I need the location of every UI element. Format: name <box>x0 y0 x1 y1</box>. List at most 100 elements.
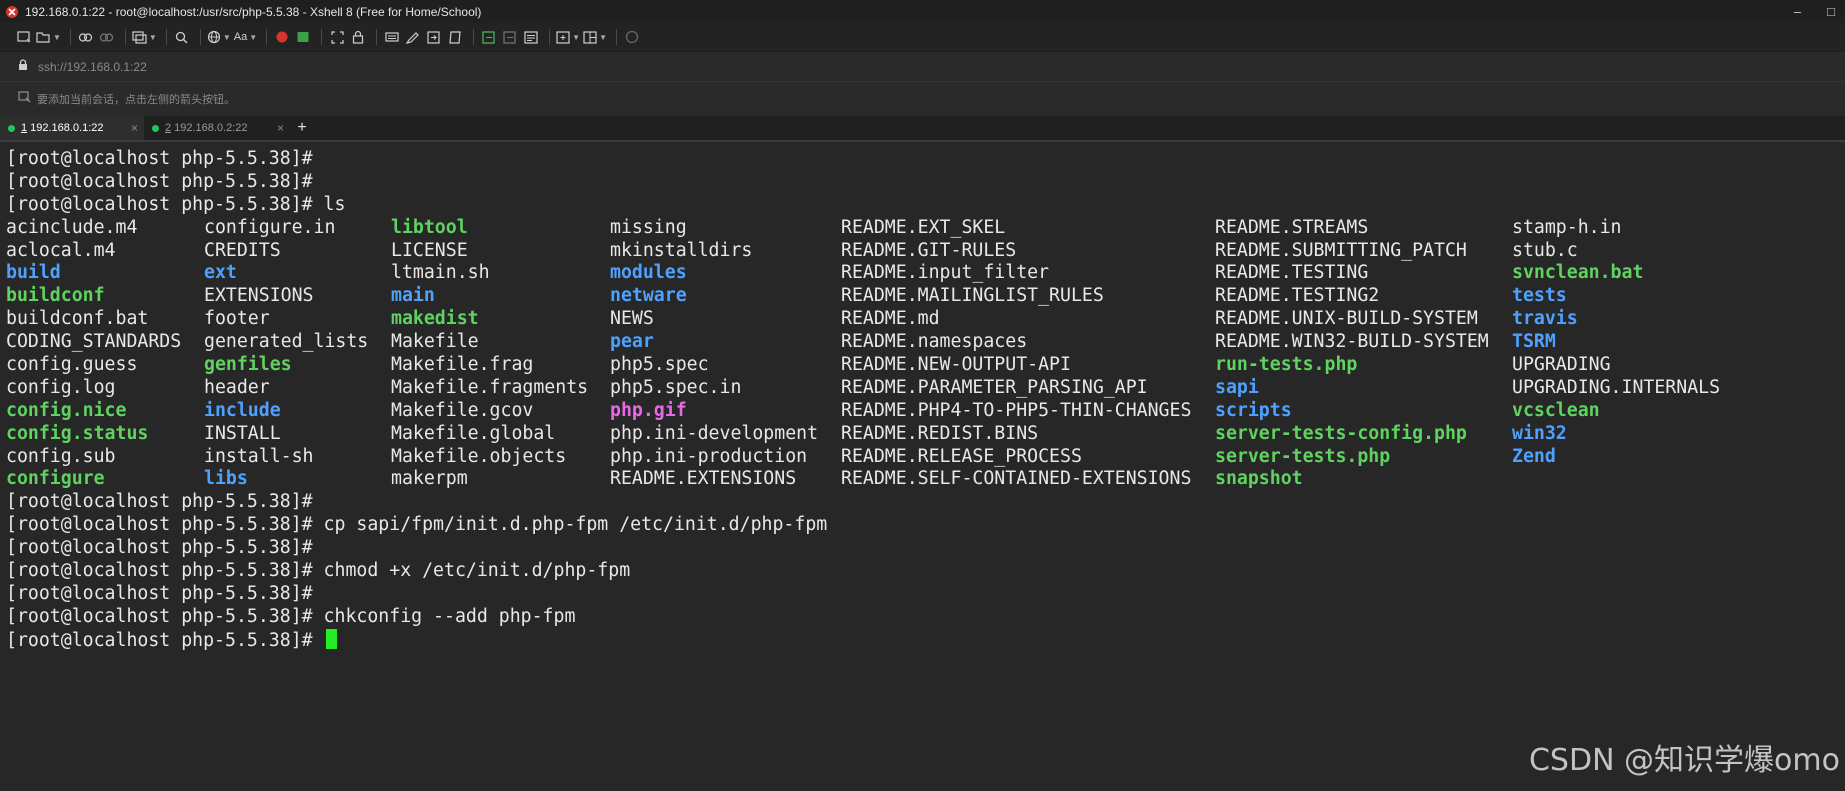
ls-entry: netware <box>610 285 687 307</box>
terminal-line: [root@localhost php-5.5.38]# chmod +x /e… <box>6 560 631 582</box>
tab-label: 192.168.0.1:22 <box>30 122 104 134</box>
new-session-icon[interactable] <box>15 27 33 47</box>
ls-entry: INSTALL <box>204 422 281 444</box>
terminal-area[interactable]: [root@localhost php-5.5.38]# [root@localh… <box>0 142 1845 791</box>
ls-entry: README.md <box>841 308 940 330</box>
toolbar-divider <box>376 29 378 45</box>
ls-entry: README.MAILINGLIST_RULES <box>841 285 1104 307</box>
ls-entry: modules <box>610 262 687 284</box>
chevron-down-icon: ▼ <box>148 32 157 42</box>
tab-session-1[interactable]: 1 192.168.0.1:22 × <box>0 116 144 140</box>
ls-entry: stub.c <box>1512 239 1578 261</box>
ls-entry: TSRM <box>1512 331 1556 353</box>
terminal-line: [root@localhost php-5.5.38]# <box>6 491 313 513</box>
copy-icon[interactable]: ▼ <box>132 27 157 47</box>
lock-icon <box>18 58 28 76</box>
ls-entry: missing <box>610 216 687 238</box>
ls-entry: tests <box>1512 285 1567 307</box>
transfer-green-icon[interactable] <box>480 27 498 47</box>
ls-entry: README.SUBMITTING_PATCH <box>1215 239 1467 261</box>
minimize-icon[interactable]: – <box>1794 4 1801 19</box>
ls-entry: README.RELEASE_PROCESS <box>841 445 1082 467</box>
ls-entry: README.EXTENSIONS <box>610 468 797 490</box>
search-icon[interactable] <box>173 27 191 47</box>
help-icon[interactable] <box>623 27 641 47</box>
ls-entry: install-sh <box>204 445 314 467</box>
ls-entry <box>1512 468 1712 491</box>
ls-entry: README.TESTING2 <box>1215 285 1380 307</box>
reconnect-icon[interactable] <box>77 27 95 47</box>
new-tab-icon[interactable]: ▼ <box>556 27 580 47</box>
send-icon[interactable] <box>425 27 443 47</box>
script-icon[interactable] <box>446 27 464 47</box>
ls-entry: ltmain.sh <box>391 262 490 284</box>
xftp-green-icon[interactable] <box>294 27 312 47</box>
terminal-output-before: [root@localhost php-5.5.38]# [root@localh… <box>6 148 1845 217</box>
ls-entry: ext <box>204 262 237 284</box>
compose-icon[interactable] <box>404 27 422 47</box>
chevron-down-icon: ▼ <box>53 32 61 42</box>
address-bar[interactable]: ssh://192.168.0.1:22 <box>0 51 1845 81</box>
ls-entry: Makefile.global <box>391 422 556 444</box>
terminal-line: [root@localhost php-5.5.38]# <box>6 170 313 192</box>
font-icon[interactable]: Aa ▼ <box>234 27 257 47</box>
ls-entry: buildconf.bat <box>6 308 149 330</box>
window-title: 192.168.0.1:22 - root@localhost:/usr/src… <box>25 4 482 19</box>
globe-icon[interactable]: ▼ <box>207 27 231 47</box>
transfer-gray-icon[interactable] <box>501 27 519 47</box>
tab-number: 2 <box>165 122 172 134</box>
keyboard-icon[interactable] <box>383 27 401 47</box>
ls-entry: README.EXT_SKEL <box>841 216 1006 238</box>
ls-entry: config.nice <box>6 399 127 421</box>
info-bar: 要添加当前会话，点击左侧的箭头按钮。 <box>0 81 1845 116</box>
ls-entry: config.sub <box>6 445 116 467</box>
ls-entry: genfiles <box>204 354 292 376</box>
xshell-red-icon[interactable] <box>273 27 291 47</box>
maximize-icon[interactable]: □ <box>1827 4 1835 19</box>
ls-entry: README.UNIX-BUILD-SYSTEM <box>1215 308 1478 330</box>
open-folder-icon[interactable]: ▼ <box>36 27 61 47</box>
ls-entry: travis <box>1512 308 1578 330</box>
terminal-line: [root@localhost php-5.5.38]# <box>6 148 313 169</box>
address-text[interactable]: ssh://192.168.0.1:22 <box>38 60 147 74</box>
disconnect-icon[interactable] <box>98 27 116 47</box>
terminal-line: [root@localhost php-5.5.38]# cp sapi/fpm… <box>6 514 828 536</box>
log-icon[interactable] <box>522 27 540 47</box>
terminal-line: [root@localhost php-5.5.38]# chkconfig -… <box>6 605 576 627</box>
fullscreen-icon[interactable] <box>328 27 346 47</box>
ls-entry: Makefile.frag <box>391 354 534 376</box>
terminal-line: [root@localhost php-5.5.38]# <box>6 628 1845 652</box>
ls-entry: README.PHP4-TO-PHP5-THIN-CHANGES <box>841 399 1192 421</box>
watermark: CSDN @知识学爆omo <box>1528 743 1840 778</box>
toolbar-divider <box>473 29 475 45</box>
ls-entry: README.SELF-CONTAINED-EXTENSIONS <box>841 468 1192 490</box>
ls-entry: README.REDIST.BINS <box>841 422 1039 444</box>
ls-entry: config.log <box>6 376 116 398</box>
connected-status-icon <box>152 124 159 132</box>
ls-entry: README.PARAMETER_PARSING_API <box>841 376 1148 398</box>
close-icon[interactable]: × <box>277 121 284 135</box>
ls-entry: EXTENSIONS <box>204 285 314 307</box>
ls-entry: pear <box>610 331 654 353</box>
ls-entry: main <box>391 285 435 307</box>
lock-icon[interactable] <box>349 27 367 47</box>
ls-entry: generated_lists <box>204 331 369 353</box>
chevron-down-icon: ▼ <box>572 32 581 42</box>
ls-entry: UPGRADING.INTERNALS <box>1512 376 1721 398</box>
ls-entry: README.STREAMS <box>1215 216 1369 238</box>
terminal-line: [root@localhost php-5.5.38]# ls <box>6 193 346 215</box>
add-tab-button[interactable]: + <box>290 116 314 140</box>
ls-entry: Makefile.fragments <box>391 376 589 398</box>
toolbar-divider <box>616 29 617 45</box>
tab-session-2[interactable]: 2 192.168.0.2:22 × <box>144 116 290 140</box>
terminal-cursor <box>325 628 337 649</box>
close-icon[interactable]: × <box>131 121 138 135</box>
title-bar: 192.168.0.1:22 - root@localhost:/usr/src… <box>0 0 1845 23</box>
layout-icon[interactable]: ▼ <box>583 27 607 47</box>
toolbar-divider <box>124 29 126 45</box>
ls-entry: configure <box>6 468 105 490</box>
ls-entry: php.ini-production <box>610 445 808 467</box>
toolbar-divider <box>199 29 201 45</box>
session-hint-icon[interactable] <box>18 90 31 108</box>
ls-entry: CODING_STANDARDS <box>6 331 182 353</box>
